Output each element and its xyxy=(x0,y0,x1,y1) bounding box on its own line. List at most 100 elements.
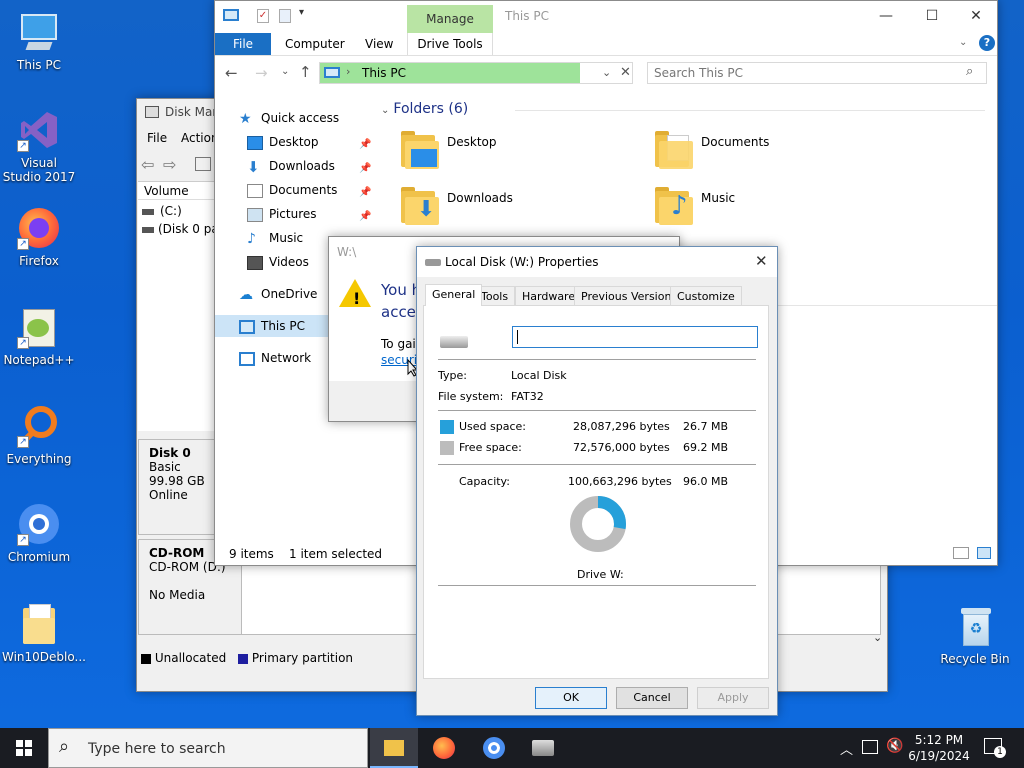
search-box[interactable]: Search This PC ⌕ xyxy=(647,62,987,84)
menu-action[interactable]: Action xyxy=(181,131,219,145)
taskbar-file-explorer[interactable] xyxy=(370,728,418,768)
folder-documents-icon[interactable] xyxy=(653,129,693,169)
clock[interactable]: 5:12 PM 6/19/2024 xyxy=(904,732,974,764)
nav-item-music[interactable]: ♪ Music xyxy=(247,227,303,249)
ok-button[interactable]: OK xyxy=(535,687,607,709)
nav-item-network[interactable]: Network xyxy=(239,347,311,369)
close-icon[interactable]: ✕ xyxy=(755,252,768,270)
folder-music-icon[interactable]: ♪ xyxy=(653,185,693,225)
address-dropdown-icon[interactable]: ⌄ xyxy=(602,66,611,79)
recent-locations-icon[interactable]: ⌄ xyxy=(281,66,289,77)
desktop-icon-label: Chromium xyxy=(7,550,71,564)
search-icon[interactable]: ⌕ xyxy=(966,64,973,79)
network-tray-icon[interactable] xyxy=(862,740,878,754)
folder-documents-label[interactable]: Documents xyxy=(701,135,769,149)
address-bar[interactable]: › This PC ⌄ ✕ xyxy=(319,62,633,84)
menu-file[interactable]: File xyxy=(147,131,167,145)
manage-tab-header[interactable]: Manage xyxy=(407,5,493,33)
taskbar-firefox[interactable] xyxy=(420,728,468,768)
desktop-icon-win10debloat[interactable]: Win10Deblo... xyxy=(2,602,86,664)
close-button[interactable]: ✕ xyxy=(953,1,999,31)
nav-item-pictures[interactable]: Pictures xyxy=(247,203,317,225)
ribbon-expand-icon[interactable]: ⌄ xyxy=(959,37,967,48)
chevron-up-icon[interactable]: ︿ xyxy=(840,739,853,758)
download-arrow-icon: ⬇ xyxy=(247,157,260,176)
clear-address-icon[interactable]: ✕ xyxy=(620,65,631,80)
tab-drive-tools[interactable]: Drive Tools xyxy=(407,33,493,55)
fs-label: File system: xyxy=(438,390,504,403)
scroll-down-icon[interactable]: ⌄ xyxy=(873,631,882,644)
pin-icon[interactable]: 📌 xyxy=(359,187,371,198)
minimize-button[interactable]: — xyxy=(863,1,909,31)
nav-item-quick-access[interactable]: ★ Quick access xyxy=(239,107,339,129)
folder-desktop-icon[interactable] xyxy=(399,129,439,169)
visual-studio-icon: ↗ xyxy=(17,108,61,152)
large-icons-view-icon[interactable] xyxy=(977,547,991,559)
tab-general[interactable]: General xyxy=(425,284,483,306)
nav-item-desktop[interactable]: Desktop xyxy=(247,131,319,153)
volume-row[interactable]: (Disk 0 par xyxy=(142,222,224,236)
legend: Unallocated Primary partition xyxy=(141,649,353,667)
tab-customize[interactable]: Customize xyxy=(670,286,742,306)
nav-item-downloads[interactable]: ⬇ Downloads xyxy=(247,155,335,177)
apply-button[interactable]: Apply xyxy=(697,687,769,709)
taskbar-search-box[interactable]: ⌕ Type here to search xyxy=(48,728,368,768)
notification-center-icon[interactable]: 1 xyxy=(984,738,1006,758)
pictures-icon xyxy=(247,207,263,222)
folder-music-label[interactable]: Music xyxy=(701,191,735,205)
start-button[interactable] xyxy=(0,728,48,768)
desktop-icon-visual-studio[interactable]: ↗ Visual Studio 2017 xyxy=(2,108,76,184)
text-caret xyxy=(517,330,518,344)
taskbar-search-input[interactable]: Type here to search xyxy=(88,741,226,757)
free-space-swatch xyxy=(440,441,454,455)
up-arrow-icon[interactable]: ↑ xyxy=(299,63,312,81)
back-arrow-icon[interactable]: ← xyxy=(225,64,238,82)
back-arrow-icon[interactable]: ⇦ xyxy=(141,155,154,174)
legend-unallocated: Unallocated xyxy=(154,651,227,665)
tab-previous-versions[interactable]: Previous Versions xyxy=(574,286,685,306)
volume-row[interactable]: (C:) xyxy=(142,204,182,218)
search-icon: ⌕ xyxy=(59,736,70,757)
drive-label: Drive W: xyxy=(577,568,624,581)
nav-item-documents[interactable]: Documents xyxy=(247,179,337,201)
forward-arrow-icon[interactable]: → xyxy=(255,64,268,82)
desktop-icon-everything[interactable]: ↗ Everything xyxy=(2,404,76,466)
divider xyxy=(215,55,997,56)
desktop-icon-firefox[interactable]: ↗ Firefox xyxy=(2,206,76,268)
quick-access-toolbar-dropdown-icon[interactable]: ▾ xyxy=(299,7,304,18)
network-icon xyxy=(239,351,255,366)
search-input[interactable]: Search This PC xyxy=(654,66,743,80)
pin-icon[interactable]: 📌 xyxy=(359,139,371,150)
tab-view[interactable]: View xyxy=(365,33,393,55)
taskbar-disk-management[interactable] xyxy=(518,728,566,768)
desktop-icon-label: Everything xyxy=(6,452,72,466)
volume-name-input[interactable] xyxy=(512,326,758,348)
new-folder-quick-icon[interactable] xyxy=(279,9,291,23)
pin-icon[interactable]: 📌 xyxy=(359,211,371,222)
forward-arrow-icon[interactable]: ⇨ xyxy=(163,155,176,174)
folder-downloads-icon[interactable]: ⬇ xyxy=(399,185,439,225)
tab-file[interactable]: File xyxy=(215,33,271,55)
folder-desktop-label[interactable]: Desktop xyxy=(447,135,497,149)
column-header-volume[interactable]: Volume xyxy=(138,182,216,200)
maximize-button[interactable]: ☐ xyxy=(909,1,955,31)
taskbar-chromium[interactable] xyxy=(470,728,518,768)
volume-muted-icon[interactable]: 🔇 xyxy=(886,738,903,754)
details-view-icon[interactable] xyxy=(953,547,969,559)
help-icon[interactable]: ? xyxy=(979,35,995,51)
console-icon[interactable] xyxy=(195,157,211,171)
folder-downloads-label[interactable]: Downloads xyxy=(447,191,513,205)
desktop-icon-this-pc[interactable]: This PC xyxy=(2,10,76,72)
tab-computer[interactable]: Computer xyxy=(285,33,345,55)
desktop-icon-recycle-bin[interactable]: ♻ Recycle Bin xyxy=(938,604,1012,666)
desktop-icon-notepadpp[interactable]: ↗ Notepad++ xyxy=(2,305,76,367)
desktop-icon-chromium[interactable]: ↗ Chromium xyxy=(2,502,76,564)
notepadpp-icon: ↗ xyxy=(17,305,61,349)
nav-item-onedrive[interactable]: ☁ OneDrive xyxy=(239,283,317,305)
tab-hardware[interactable]: Hardware xyxy=(515,286,583,306)
pin-icon[interactable]: 📌 xyxy=(359,163,371,174)
nav-item-videos[interactable]: Videos xyxy=(247,251,309,273)
properties-quick-icon[interactable]: ✓ xyxy=(257,9,269,23)
cancel-button[interactable]: Cancel xyxy=(616,687,688,709)
folders-group-header[interactable]: ⌄ Folders (6) xyxy=(381,101,468,117)
